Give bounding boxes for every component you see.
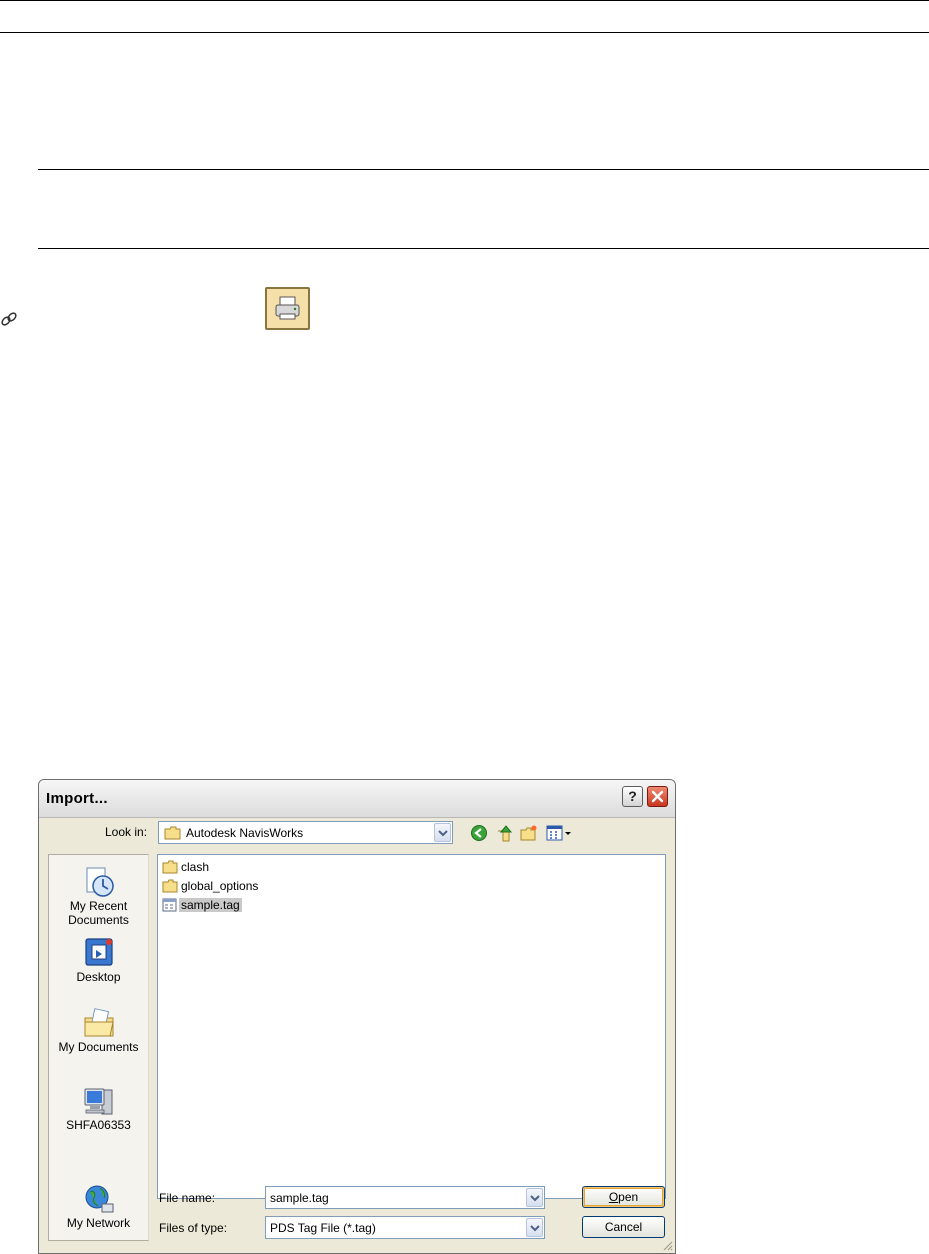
place-label: My Recent Documents	[68, 899, 129, 927]
desktop-icon	[84, 938, 113, 966]
close-button[interactable]	[647, 786, 668, 807]
file-name: global_options	[181, 879, 259, 893]
help-icon: ?	[628, 788, 637, 804]
place-my-computer[interactable]: SHFA06353	[49, 1084, 148, 1132]
header-rule	[0, 32, 929, 33]
file-icon	[162, 898, 177, 912]
title-bar[interactable]: Import... ?	[39, 780, 675, 818]
place-label: Desktop	[76, 970, 121, 984]
place-label: My Network	[66, 1216, 131, 1230]
file-name-label: File name:	[159, 1191, 216, 1205]
new-folder-icon[interactable]	[520, 824, 538, 842]
up-folder-icon[interactable]	[495, 824, 513, 842]
place-label: My Documents	[58, 1040, 139, 1054]
file-list[interactable]: clash global_options sample.tag	[157, 854, 666, 1199]
look-in-dropdown-button[interactable]	[434, 823, 451, 842]
place-desktop[interactable]: Desktop	[49, 936, 148, 984]
view-menu-icon[interactable]	[546, 824, 574, 842]
file-name: clash	[181, 860, 210, 874]
chevron-down-icon	[438, 830, 448, 837]
recent-documents-icon	[86, 867, 114, 897]
open-button[interactable]: Open	[582, 1186, 665, 1208]
section-rule-1	[38, 169, 929, 170]
back-icon[interactable]	[470, 824, 488, 842]
section-rule-2	[38, 248, 929, 249]
open-label: pen	[618, 1190, 639, 1204]
print-button[interactable]	[265, 287, 310, 330]
folder-icon	[162, 879, 178, 893]
top-rule	[0, 0, 929, 1]
printer-icon	[275, 296, 300, 320]
files-of-type-select[interactable]: PDS Tag File (*.tag)	[265, 1216, 545, 1239]
close-icon	[651, 790, 664, 803]
chevron-down-icon	[530, 1225, 540, 1232]
places-bar: My Recent Documents Desktop My Documents	[48, 854, 149, 1241]
files-of-type-label: Files of type:	[159, 1221, 228, 1235]
network-icon	[85, 1185, 113, 1213]
import-dialog: Import... ? Look in: Autodesk NavisWorks	[38, 779, 676, 1254]
dialog-title: Import...	[46, 790, 108, 807]
file-name: sample.tag	[179, 898, 242, 912]
files-of-type-dropdown-button[interactable]	[526, 1218, 543, 1237]
file-name-value: sample.tag	[270, 1191, 329, 1205]
my-documents-icon	[84, 1008, 114, 1037]
place-label: SHFA06353	[66, 1118, 131, 1132]
look-in-combo[interactable]: Autodesk NavisWorks	[158, 821, 453, 844]
place-my-documents[interactable]: My Documents	[49, 1006, 148, 1054]
folder-icon	[162, 860, 178, 874]
look-in-label: Look in:	[105, 825, 148, 839]
help-button[interactable]: ?	[622, 786, 643, 807]
resize-grip-icon[interactable]	[661, 1239, 673, 1251]
folder-icon	[164, 826, 181, 840]
computer-icon	[84, 1088, 112, 1115]
open-accel: O	[608, 1190, 619, 1204]
file-name-dropdown-button[interactable]	[526, 1188, 543, 1207]
file-name-field[interactable]: sample.tag	[265, 1186, 545, 1209]
chevron-down-icon	[530, 1195, 540, 1202]
files-of-type-value: PDS Tag File (*.tag)	[270, 1221, 376, 1235]
look-in-value: Autodesk NavisWorks	[186, 826, 304, 840]
link-icon	[1, 312, 17, 326]
cancel-button[interactable]: Cancel	[582, 1216, 665, 1238]
place-my-recent-documents[interactable]: My Recent Documents	[49, 865, 148, 927]
place-my-network[interactable]: My Network	[49, 1182, 148, 1230]
